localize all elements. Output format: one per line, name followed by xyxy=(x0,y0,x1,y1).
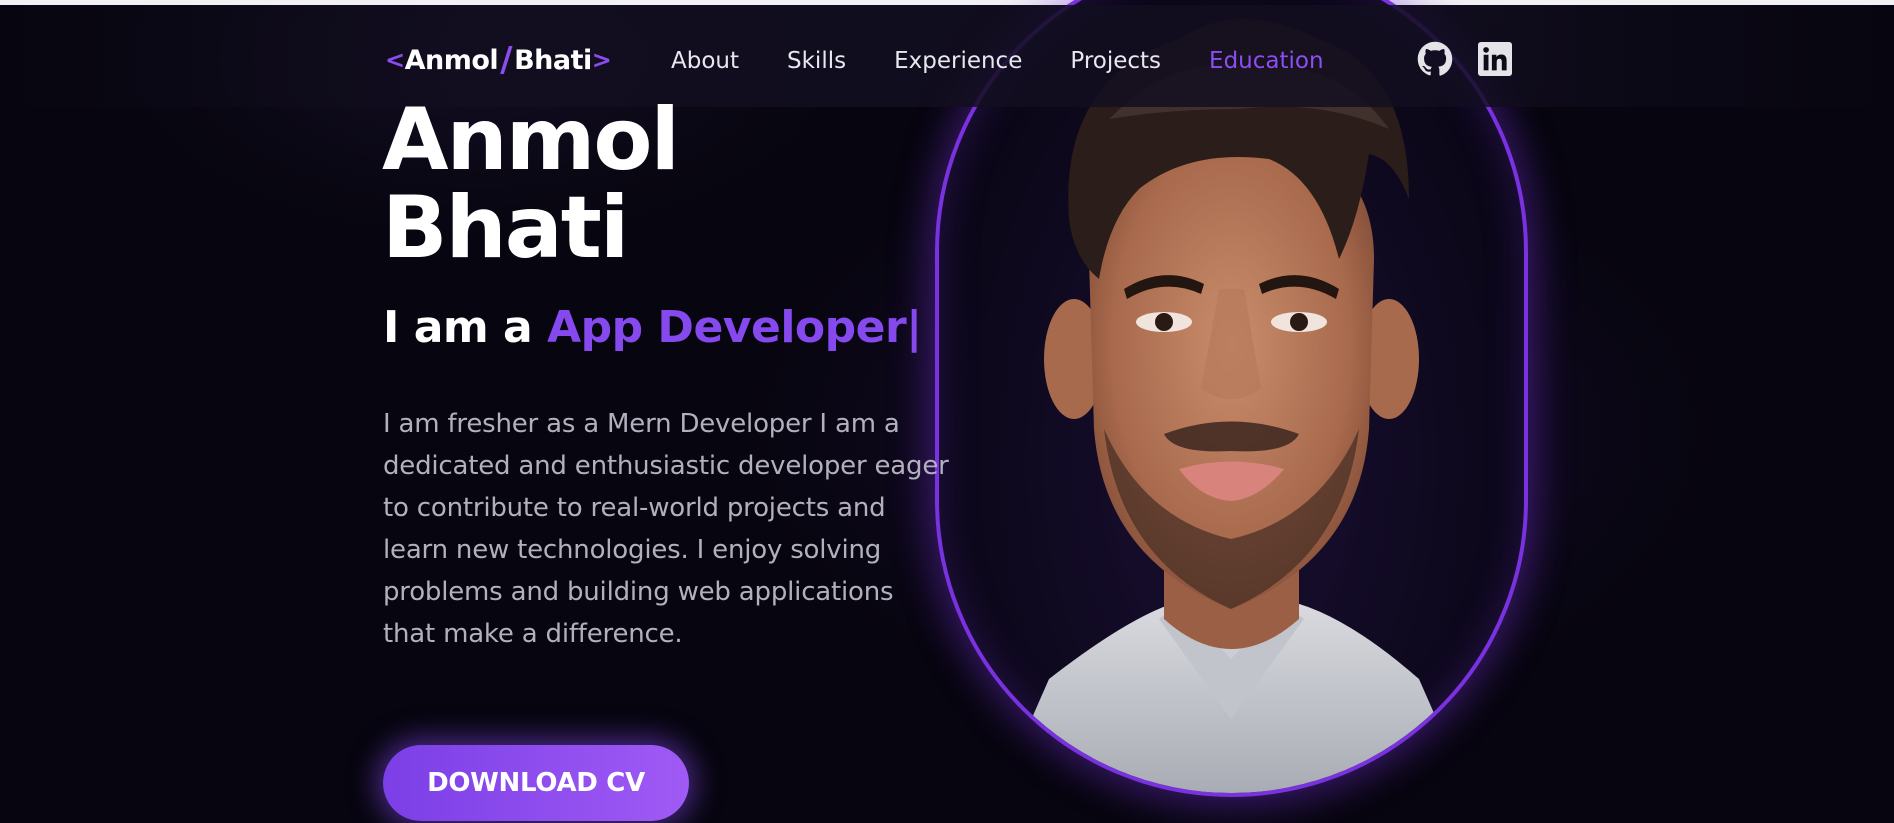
hero-name: Anmol Bhati xyxy=(382,90,680,278)
role-prefix: I am a xyxy=(383,302,548,353)
portrait-illustration xyxy=(999,19,1469,793)
github-icon xyxy=(1417,41,1453,76)
logo-first-name: Anmol xyxy=(404,44,499,76)
nav-link-about[interactable]: About xyxy=(671,48,739,74)
nav-link-projects[interactable]: Projects xyxy=(1070,48,1161,74)
hero-last-name: Bhati xyxy=(382,178,629,278)
nav-link-experience[interactable]: Experience xyxy=(894,48,1022,74)
hero-first-name: Anmol xyxy=(382,90,680,190)
hero-role: I am a App Developer| xyxy=(383,300,922,356)
logo-last-name: Bhati xyxy=(514,44,592,76)
linkedin-icon xyxy=(1478,42,1512,76)
linkedin-link[interactable] xyxy=(1477,41,1513,77)
logo-open-bracket: < xyxy=(385,46,405,74)
nav-links: About Skills Experience Projects Educati… xyxy=(671,41,1372,81)
hero-description: I am fresher as a Mern Developer I am a … xyxy=(383,409,949,649)
profile-portrait xyxy=(935,0,1528,797)
nav-link-education[interactable]: Education xyxy=(1209,48,1324,74)
nav-link-skills[interactable]: Skills xyxy=(787,48,846,74)
top-navbar: < Anmol / Bhati > About Skills Experienc… xyxy=(0,5,1894,107)
github-link[interactable] xyxy=(1417,41,1453,77)
site-logo[interactable]: < Anmol / Bhati > xyxy=(385,39,612,81)
role-word: App Developer| xyxy=(547,302,922,353)
download-cv-button[interactable]: DOWNLOAD CV xyxy=(383,745,689,821)
logo-slash: / xyxy=(500,40,513,80)
logo-close-bracket: > xyxy=(591,46,612,74)
portfolio-page: < Anmol / Bhati > About Skills Experienc… xyxy=(0,0,1894,823)
